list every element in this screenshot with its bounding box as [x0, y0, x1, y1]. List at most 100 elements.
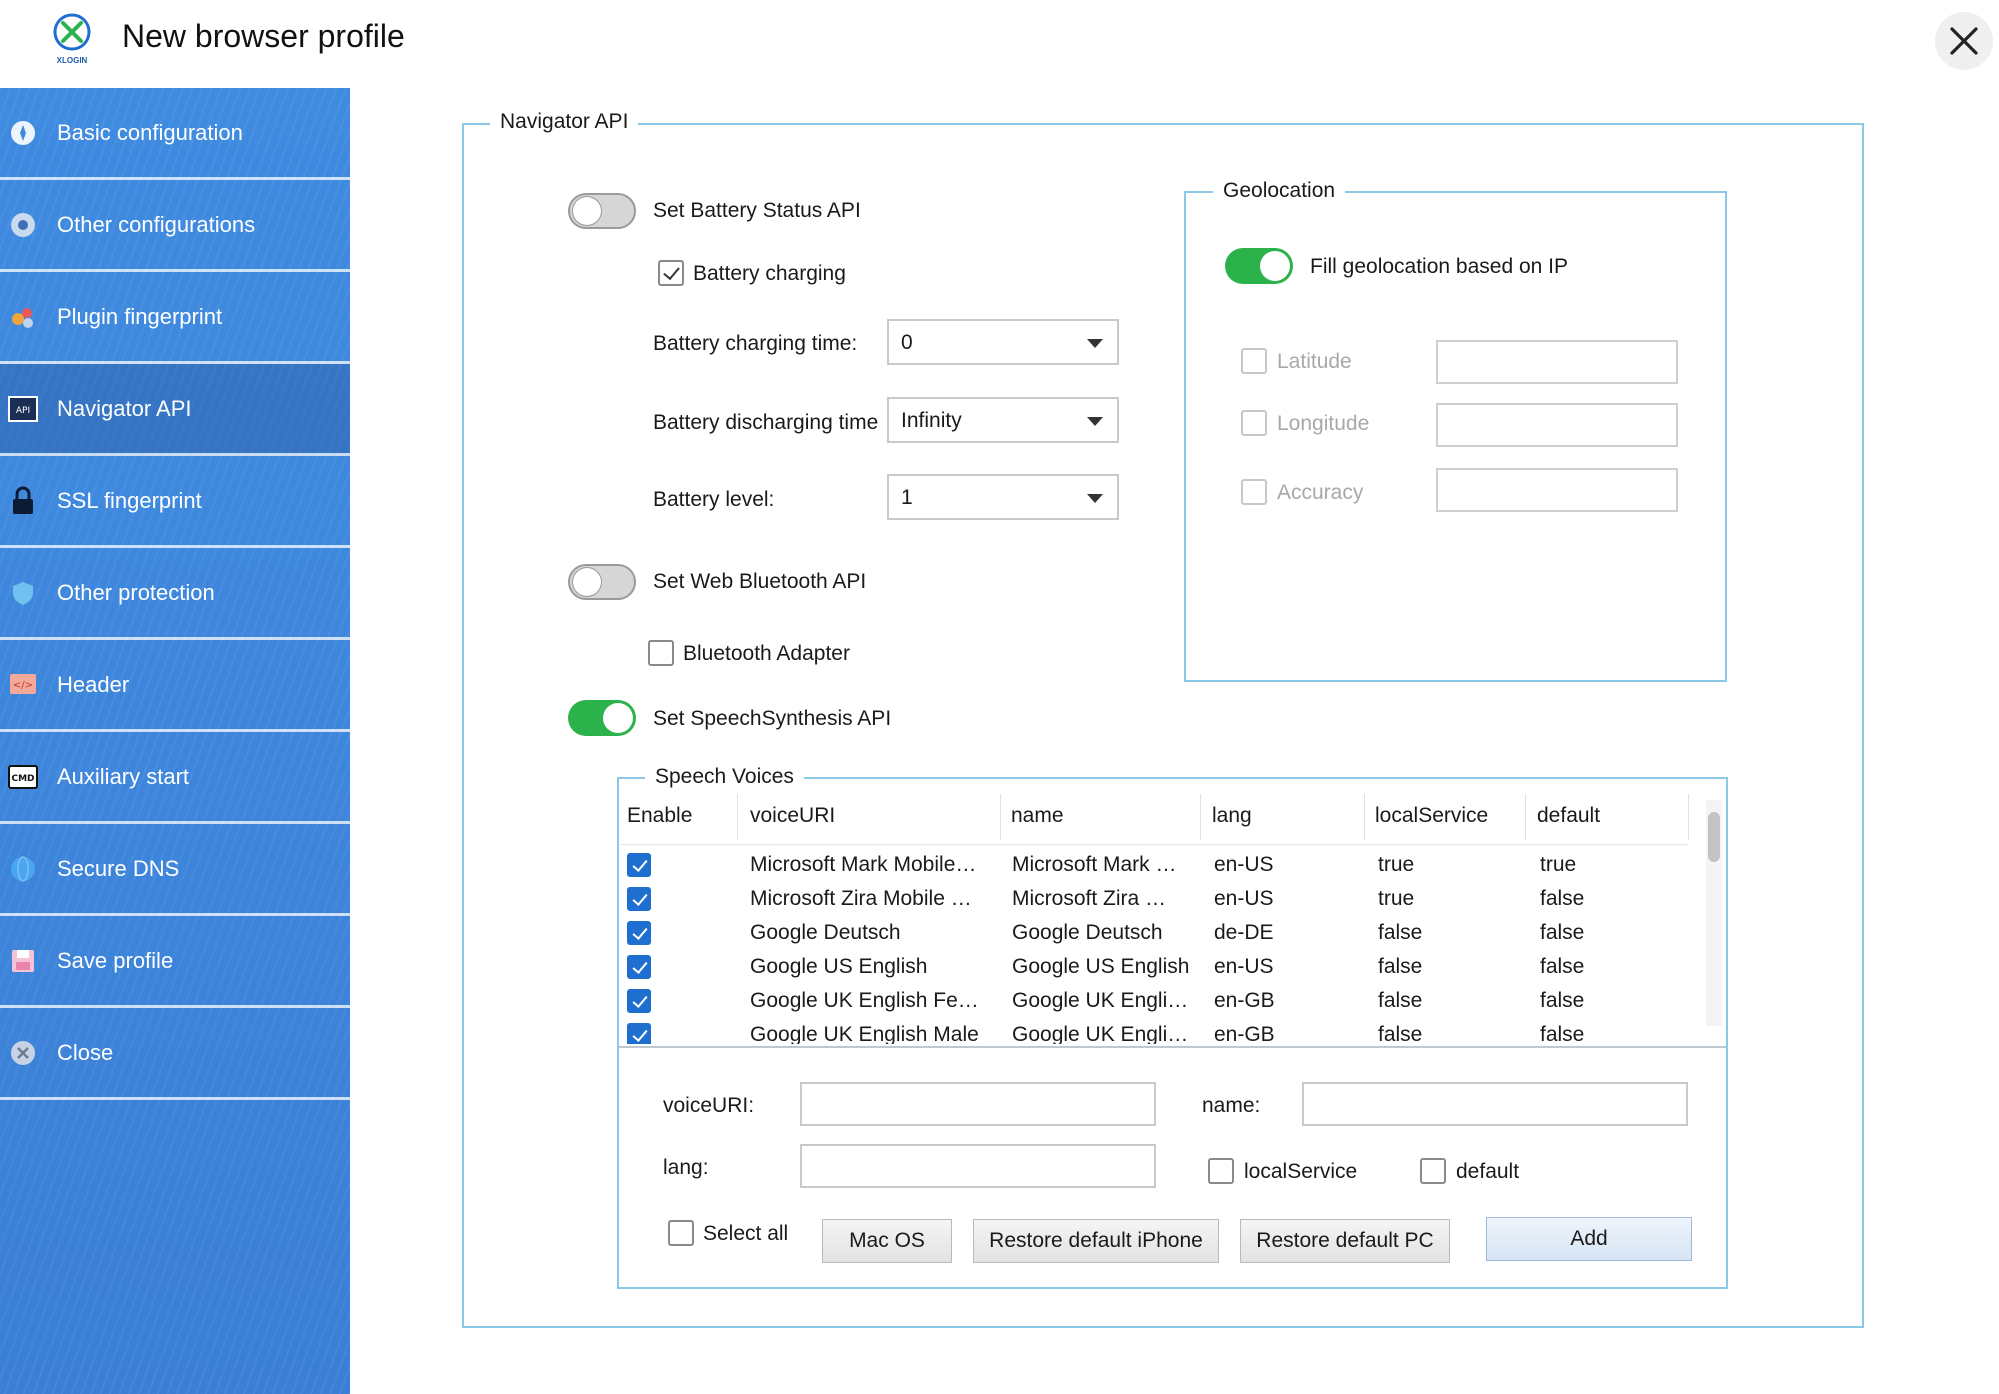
- cell-voiceuri: Google UK English Male: [750, 1023, 979, 1044]
- sidebar-item-other-protection[interactable]: Other protection: [0, 548, 350, 640]
- battery-charging-time-label: Battery charging time:: [653, 332, 858, 355]
- table-row[interactable]: Microsoft Mark Mobile… Microsoft Mark … …: [620, 848, 1680, 882]
- svg-text:</>: </>: [13, 680, 33, 691]
- sidebar-item-close[interactable]: Close: [0, 1008, 350, 1100]
- table-row[interactable]: Google Deutsch Google Deutsch de-DE fals…: [620, 916, 1680, 950]
- sidebar-item-plugin-fingerprint[interactable]: Plugin fingerprint: [0, 272, 350, 364]
- enable-checkbox[interactable]: [627, 921, 651, 945]
- battery-discharging-time-label: Battery discharging time: [653, 411, 879, 434]
- cell-default: false: [1540, 887, 1585, 910]
- web-bluetooth-toggle[interactable]: [568, 564, 636, 600]
- puzzle-icon: [8, 302, 38, 332]
- sidebar-item-label: Plugin fingerprint: [57, 303, 223, 329]
- battery-charging-checkbox[interactable]: [658, 260, 684, 286]
- default-checkbox[interactable]: [1420, 1158, 1446, 1184]
- enable-checkbox[interactable]: [627, 853, 651, 877]
- fill-geolocation-toggle[interactable]: [1225, 248, 1293, 284]
- table-form-divider: [619, 1046, 1726, 1048]
- longitude-label: Longitude: [1277, 412, 1370, 435]
- cell-lang: de-DE: [1214, 921, 1274, 944]
- table-row[interactable]: Microsoft Zira Mobile … Microsoft Zira ……: [620, 882, 1680, 916]
- voiceuri-input[interactable]: [800, 1082, 1156, 1126]
- cell-voiceuri: Microsoft Zira Mobile …: [750, 887, 972, 910]
- cell-localservice: true: [1378, 853, 1415, 876]
- cell-voiceuri: Google Deutsch: [750, 921, 901, 944]
- sidebar-item-other-configurations[interactable]: Other configurations: [0, 180, 350, 272]
- enable-checkbox[interactable]: [627, 1023, 651, 1044]
- select-all-checkbox[interactable]: [668, 1220, 694, 1246]
- default-label: default: [1456, 1160, 1520, 1183]
- cell-voiceuri: Microsoft Mark Mobile…: [750, 853, 977, 876]
- select-value: 0: [901, 331, 913, 354]
- voiceuri-label: voiceURI:: [663, 1094, 755, 1117]
- latitude-input[interactable]: [1436, 340, 1678, 384]
- lang-input[interactable]: [800, 1144, 1156, 1188]
- sidebar-item-label: Save profile: [57, 947, 174, 973]
- save-icon: [8, 946, 38, 976]
- column-header-enable[interactable]: Enable: [627, 804, 692, 828]
- accuracy-input[interactable]: [1436, 468, 1678, 512]
- column-header-localservice[interactable]: localService: [1375, 804, 1488, 828]
- bluetooth-adapter-checkbox[interactable]: [648, 640, 674, 666]
- cell-name: Google UK Engli…: [1012, 989, 1189, 1012]
- api-icon: API: [8, 394, 38, 424]
- cell-name: Microsoft Zira …: [1012, 887, 1167, 910]
- cell-voiceuri: Google UK English Fe…: [750, 989, 979, 1012]
- enable-checkbox[interactable]: [627, 989, 651, 1013]
- sidebar-item-label: Close: [57, 1039, 114, 1065]
- table-scrollbar-thumb[interactable]: [1708, 812, 1720, 862]
- cell-default: true: [1540, 853, 1577, 876]
- sidebar-item-secure-dns[interactable]: Secure DNS: [0, 824, 350, 916]
- accuracy-label: Accuracy: [1277, 481, 1364, 504]
- sidebar-item-save-profile[interactable]: Save profile: [0, 916, 350, 1008]
- restore-default-iphone-button[interactable]: Restore default iPhone: [973, 1219, 1219, 1263]
- mac-os-button[interactable]: Mac OS: [822, 1219, 952, 1263]
- table-row[interactable]: Google UK English Fe… Google UK Engli… e…: [620, 984, 1680, 1018]
- compass-icon: [8, 118, 38, 148]
- sidebar-item-header[interactable]: </> Header: [0, 640, 350, 732]
- globe-icon: [8, 854, 38, 884]
- cell-name: Google UK Engli…: [1012, 1023, 1189, 1044]
- column-header-voiceuri[interactable]: voiceURI: [750, 804, 835, 828]
- cell-localservice: false: [1378, 1023, 1423, 1044]
- speech-synthesis-label: Set SpeechSynthesis API: [653, 707, 892, 730]
- battery-charging-time-select[interactable]: 0: [887, 319, 1119, 365]
- name-input[interactable]: [1302, 1082, 1688, 1126]
- column-header-default[interactable]: default: [1537, 804, 1600, 828]
- local-service-checkbox[interactable]: [1208, 1158, 1234, 1184]
- cell-name: Google US English: [1012, 955, 1190, 978]
- cmd-icon: CMD: [8, 762, 38, 792]
- sidebar-item-auxiliary-start[interactable]: CMD Auxiliary start: [0, 732, 350, 824]
- column-header-lang[interactable]: lang: [1212, 804, 1252, 828]
- cell-lang: en-US: [1214, 955, 1274, 978]
- logo-text: XLOGIN: [56, 56, 88, 65]
- add-button[interactable]: Add: [1486, 1217, 1692, 1261]
- cell-localservice: false: [1378, 989, 1423, 1012]
- enable-checkbox[interactable]: [627, 955, 651, 979]
- longitude-checkbox[interactable]: [1241, 410, 1267, 436]
- restore-default-pc-button[interactable]: Restore default PC: [1240, 1219, 1450, 1263]
- latitude-checkbox[interactable]: [1241, 348, 1267, 374]
- sidebar-item-ssl-fingerprint[interactable]: SSL fingerprint: [0, 456, 350, 548]
- longitude-input[interactable]: [1436, 403, 1678, 447]
- battery-discharging-time-select[interactable]: Infinity: [887, 397, 1119, 443]
- enable-checkbox[interactable]: [627, 887, 651, 911]
- sidebar-item-basic-configuration[interactable]: Basic configuration: [0, 88, 350, 180]
- close-icon[interactable]: [1935, 12, 1993, 70]
- speech-synthesis-toggle[interactable]: [568, 700, 636, 736]
- table-row[interactable]: Google UK English Male Google UK Engli… …: [620, 1018, 1680, 1044]
- table-row[interactable]: Google US English Google US English en-U…: [620, 950, 1680, 984]
- column-header-name[interactable]: name: [1011, 804, 1064, 828]
- cell-lang: en-US: [1214, 853, 1274, 876]
- battery-status-toggle[interactable]: [568, 193, 636, 229]
- sidebar-item-label: Auxiliary start: [57, 763, 190, 789]
- cell-default: false: [1540, 955, 1585, 978]
- navigator-api-title: Navigator API: [490, 110, 639, 134]
- close-circle-icon: [8, 1038, 38, 1068]
- sidebar-item-label: Secure DNS: [57, 855, 180, 881]
- sidebar-item-navigator-api[interactable]: API Navigator API: [0, 364, 350, 456]
- battery-level-select[interactable]: 1: [887, 474, 1119, 520]
- fill-geolocation-label: Fill geolocation based on IP: [1310, 255, 1568, 278]
- voices-table-header: Enable voiceURI name lang localService d…: [620, 790, 1689, 845]
- accuracy-checkbox[interactable]: [1241, 479, 1267, 505]
